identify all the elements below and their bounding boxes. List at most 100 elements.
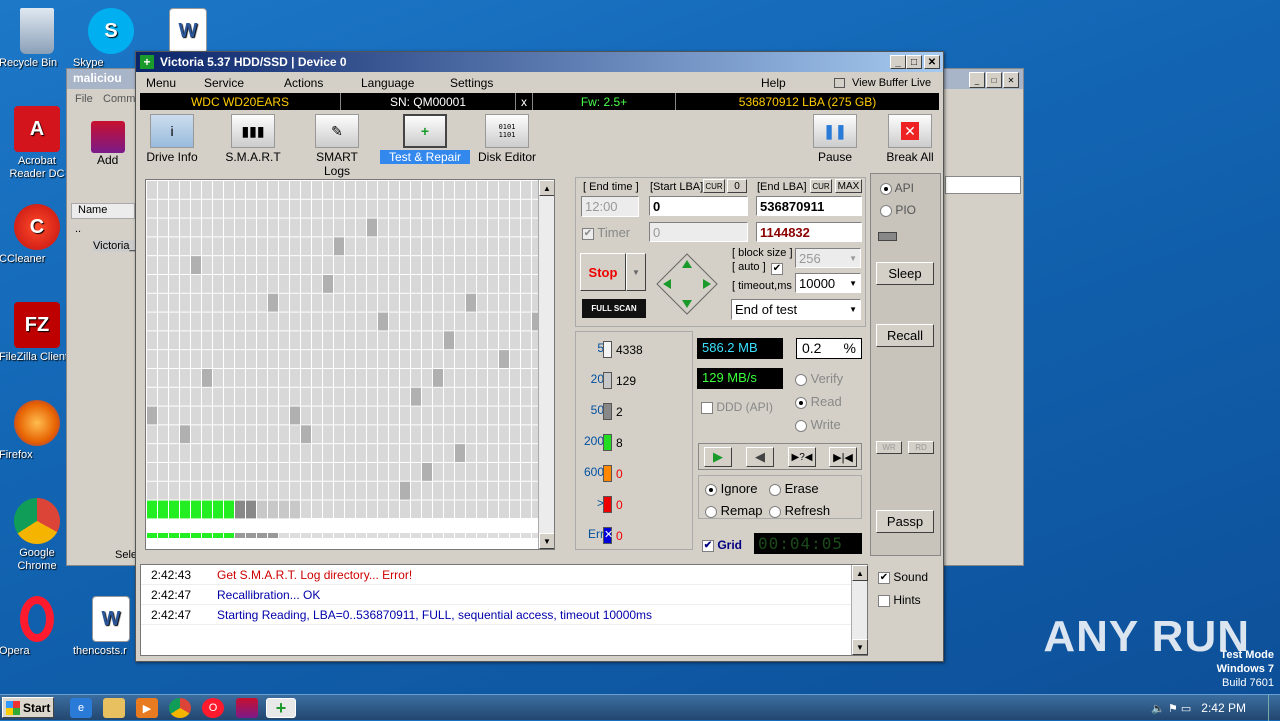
scroll-down-arrow[interactable]: ▼ xyxy=(539,533,554,549)
verify-radio[interactable]: Verify xyxy=(795,371,843,386)
desktop-icon-opera[interactable]: Opera xyxy=(0,596,75,657)
erase-radio[interactable]: Erase xyxy=(769,481,819,496)
start-lba-field[interactable]: 0 xyxy=(649,196,748,216)
desktop-icon-chrome[interactable]: Google Chrome xyxy=(0,498,75,572)
test-repair-icon: + xyxy=(403,114,447,148)
menu-view-buffer-live[interactable]: View Buffer Live xyxy=(852,77,931,89)
desktop-icon-skype[interactable]: S Skype xyxy=(73,8,149,69)
hints-checkbox[interactable]: Hints xyxy=(878,593,921,607)
progress-strip xyxy=(279,533,289,538)
write-radio[interactable]: Write xyxy=(795,417,841,432)
skip-button[interactable]: ▶?◀ xyxy=(788,447,816,467)
menu-service[interactable]: Service xyxy=(204,76,244,90)
direction-pad[interactable] xyxy=(655,252,719,316)
legend-swatch xyxy=(603,341,612,358)
end-lba-field[interactable]: 536870911 xyxy=(756,196,862,216)
chrome-taskbar-icon[interactable] xyxy=(169,698,191,718)
start-button[interactable]: Start xyxy=(2,697,54,718)
remap-radio[interactable]: Remap xyxy=(705,503,763,518)
log-scroll-down[interactable]: ▼ xyxy=(852,639,868,655)
explorer-icon[interactable] xyxy=(103,698,125,718)
minimize-button[interactable]: _ xyxy=(890,55,906,69)
auto-checkbox[interactable]: ✔ xyxy=(771,261,783,275)
bg-minimize-button[interactable]: _ xyxy=(969,72,985,88)
recall-button[interactable]: Recall xyxy=(876,324,934,347)
menu-help[interactable]: Help xyxy=(761,76,786,90)
end-cur-button[interactable]: CUR xyxy=(810,179,832,193)
bg-path-dropdown[interactable] xyxy=(945,176,1021,194)
drive-info-button[interactable]: i Drive Info xyxy=(144,114,200,164)
smart-button[interactable]: ▮▮▮ S.M.A.R.T xyxy=(222,114,284,164)
end-time-field[interactable]: 12:00 xyxy=(581,196,639,217)
bg-add-button[interactable]: Add xyxy=(97,153,118,167)
ie-icon[interactable]: e xyxy=(70,698,92,718)
grid-scrollbar[interactable]: ▲ ▼ xyxy=(538,180,554,549)
block-size-dropdown[interactable]: 256 ▼ xyxy=(795,248,861,268)
timer-field[interactable]: 0 xyxy=(649,222,748,242)
sound-checkbox[interactable]: ✔ Sound xyxy=(878,570,928,584)
media-player-icon[interactable]: ▶ xyxy=(136,698,158,718)
desktop-icon-ccleaner[interactable]: C CCleaner xyxy=(0,204,75,265)
close-button[interactable]: ✕ xyxy=(924,55,940,69)
play-button[interactable]: ▶ xyxy=(704,447,732,467)
ignore-radio[interactable]: Ignore xyxy=(705,481,758,496)
winrar-taskbar-icon[interactable] xyxy=(236,698,258,718)
end-max-button[interactable]: MAX xyxy=(835,179,862,193)
bg-maximize-button[interactable]: □ xyxy=(986,72,1002,88)
goto-end-button[interactable]: ▶|◀ xyxy=(829,447,857,467)
log-scrollbar[interactable]: ▲ ▼ xyxy=(851,565,868,655)
menu-actions[interactable]: Actions xyxy=(284,76,323,90)
desktop-icon-filezilla[interactable]: FZ FileZilla Client xyxy=(0,302,75,363)
test-repair-button[interactable]: + Test & Repair xyxy=(380,114,470,164)
passp-button[interactable]: Passp xyxy=(876,510,934,533)
rewind-button[interactable]: ◀ xyxy=(746,447,774,467)
pause-button[interactable]: ❚❚ Pause xyxy=(812,114,858,164)
start-cur-button[interactable]: CUR xyxy=(703,179,725,193)
desktop-icon-acrobat[interactable]: A Acrobat Reader DC xyxy=(0,106,75,180)
show-desktop-button[interactable] xyxy=(1268,695,1280,721)
timer-checkbox[interactable]: ✔ Timer xyxy=(582,225,630,240)
scroll-up-arrow[interactable]: ▲ xyxy=(539,180,554,196)
menu-language[interactable]: Language xyxy=(361,76,414,90)
clock[interactable]: 2:42 PM xyxy=(1201,701,1246,715)
desktop-icon-recycle-bin[interactable]: Recycle Bin xyxy=(0,8,75,69)
timeout-dropdown[interactable]: 10000 ▼ xyxy=(795,273,861,293)
pio-radio[interactable]: PIO xyxy=(880,203,916,217)
window-titlebar[interactable]: + Victoria 5.37 HDD/SSD | Device 0 _ □ ✕ xyxy=(136,52,943,72)
menu-menu[interactable]: Menu xyxy=(146,76,176,90)
bg-row-parent[interactable]: .. xyxy=(75,223,81,235)
desktop-icon-word-doc[interactable]: W xyxy=(150,8,226,57)
end-of-test-dropdown[interactable]: End of test ▼ xyxy=(731,299,861,320)
read-radio[interactable]: Read xyxy=(795,394,842,409)
sleep-button[interactable]: Sleep xyxy=(876,262,934,285)
desktop-icon-firefox[interactable]: Firefox xyxy=(0,400,75,461)
ddd-api-checkbox[interactable]: DDD (API) xyxy=(701,400,773,414)
bg-row-victoria[interactable]: Victoria_ xyxy=(93,240,136,252)
break-all-button[interactable]: ✕ Break All xyxy=(884,114,936,164)
maximize-button[interactable]: □ xyxy=(906,55,922,69)
bg-col-name[interactable]: Name xyxy=(71,203,135,219)
rd-button[interactable]: RD xyxy=(908,441,934,454)
stop-button[interactable]: Stop xyxy=(580,253,626,291)
stop-dropdown-arrow[interactable]: ▼ xyxy=(626,253,646,291)
progress-strip xyxy=(499,533,509,538)
smart-logs-button[interactable]: ✎ SMART Logs xyxy=(302,114,372,178)
wr-button[interactable]: WR xyxy=(876,441,902,454)
opera-icon xyxy=(20,596,54,642)
disk-editor-button[interactable]: 0101 1101 Disk Editor xyxy=(477,114,537,164)
opera-taskbar-icon[interactable]: O xyxy=(202,698,224,718)
progress-strip xyxy=(422,533,432,538)
menu-settings[interactable]: Settings xyxy=(450,76,493,90)
tray-icons[interactable]: 🔈 ⚑ ▭ xyxy=(1151,702,1191,715)
full-scan-button[interactable]: FULL SCAN xyxy=(582,299,646,318)
start-zero-button[interactable]: 0 xyxy=(727,179,747,193)
log-scroll-up[interactable]: ▲ xyxy=(852,565,868,581)
victoria-taskbar-icon[interactable]: + xyxy=(266,698,296,718)
drive-close-x[interactable]: x xyxy=(516,93,533,110)
grid-checkbox[interactable]: ✔ Grid xyxy=(702,538,742,552)
bg-close-button[interactable]: ✕ xyxy=(1003,72,1019,88)
bg-menu-file[interactable]: File xyxy=(75,93,93,105)
refresh-radio[interactable]: Refresh xyxy=(769,503,830,518)
api-radio[interactable]: API xyxy=(880,181,914,195)
legend-threshold: 20 xyxy=(590,372,604,386)
